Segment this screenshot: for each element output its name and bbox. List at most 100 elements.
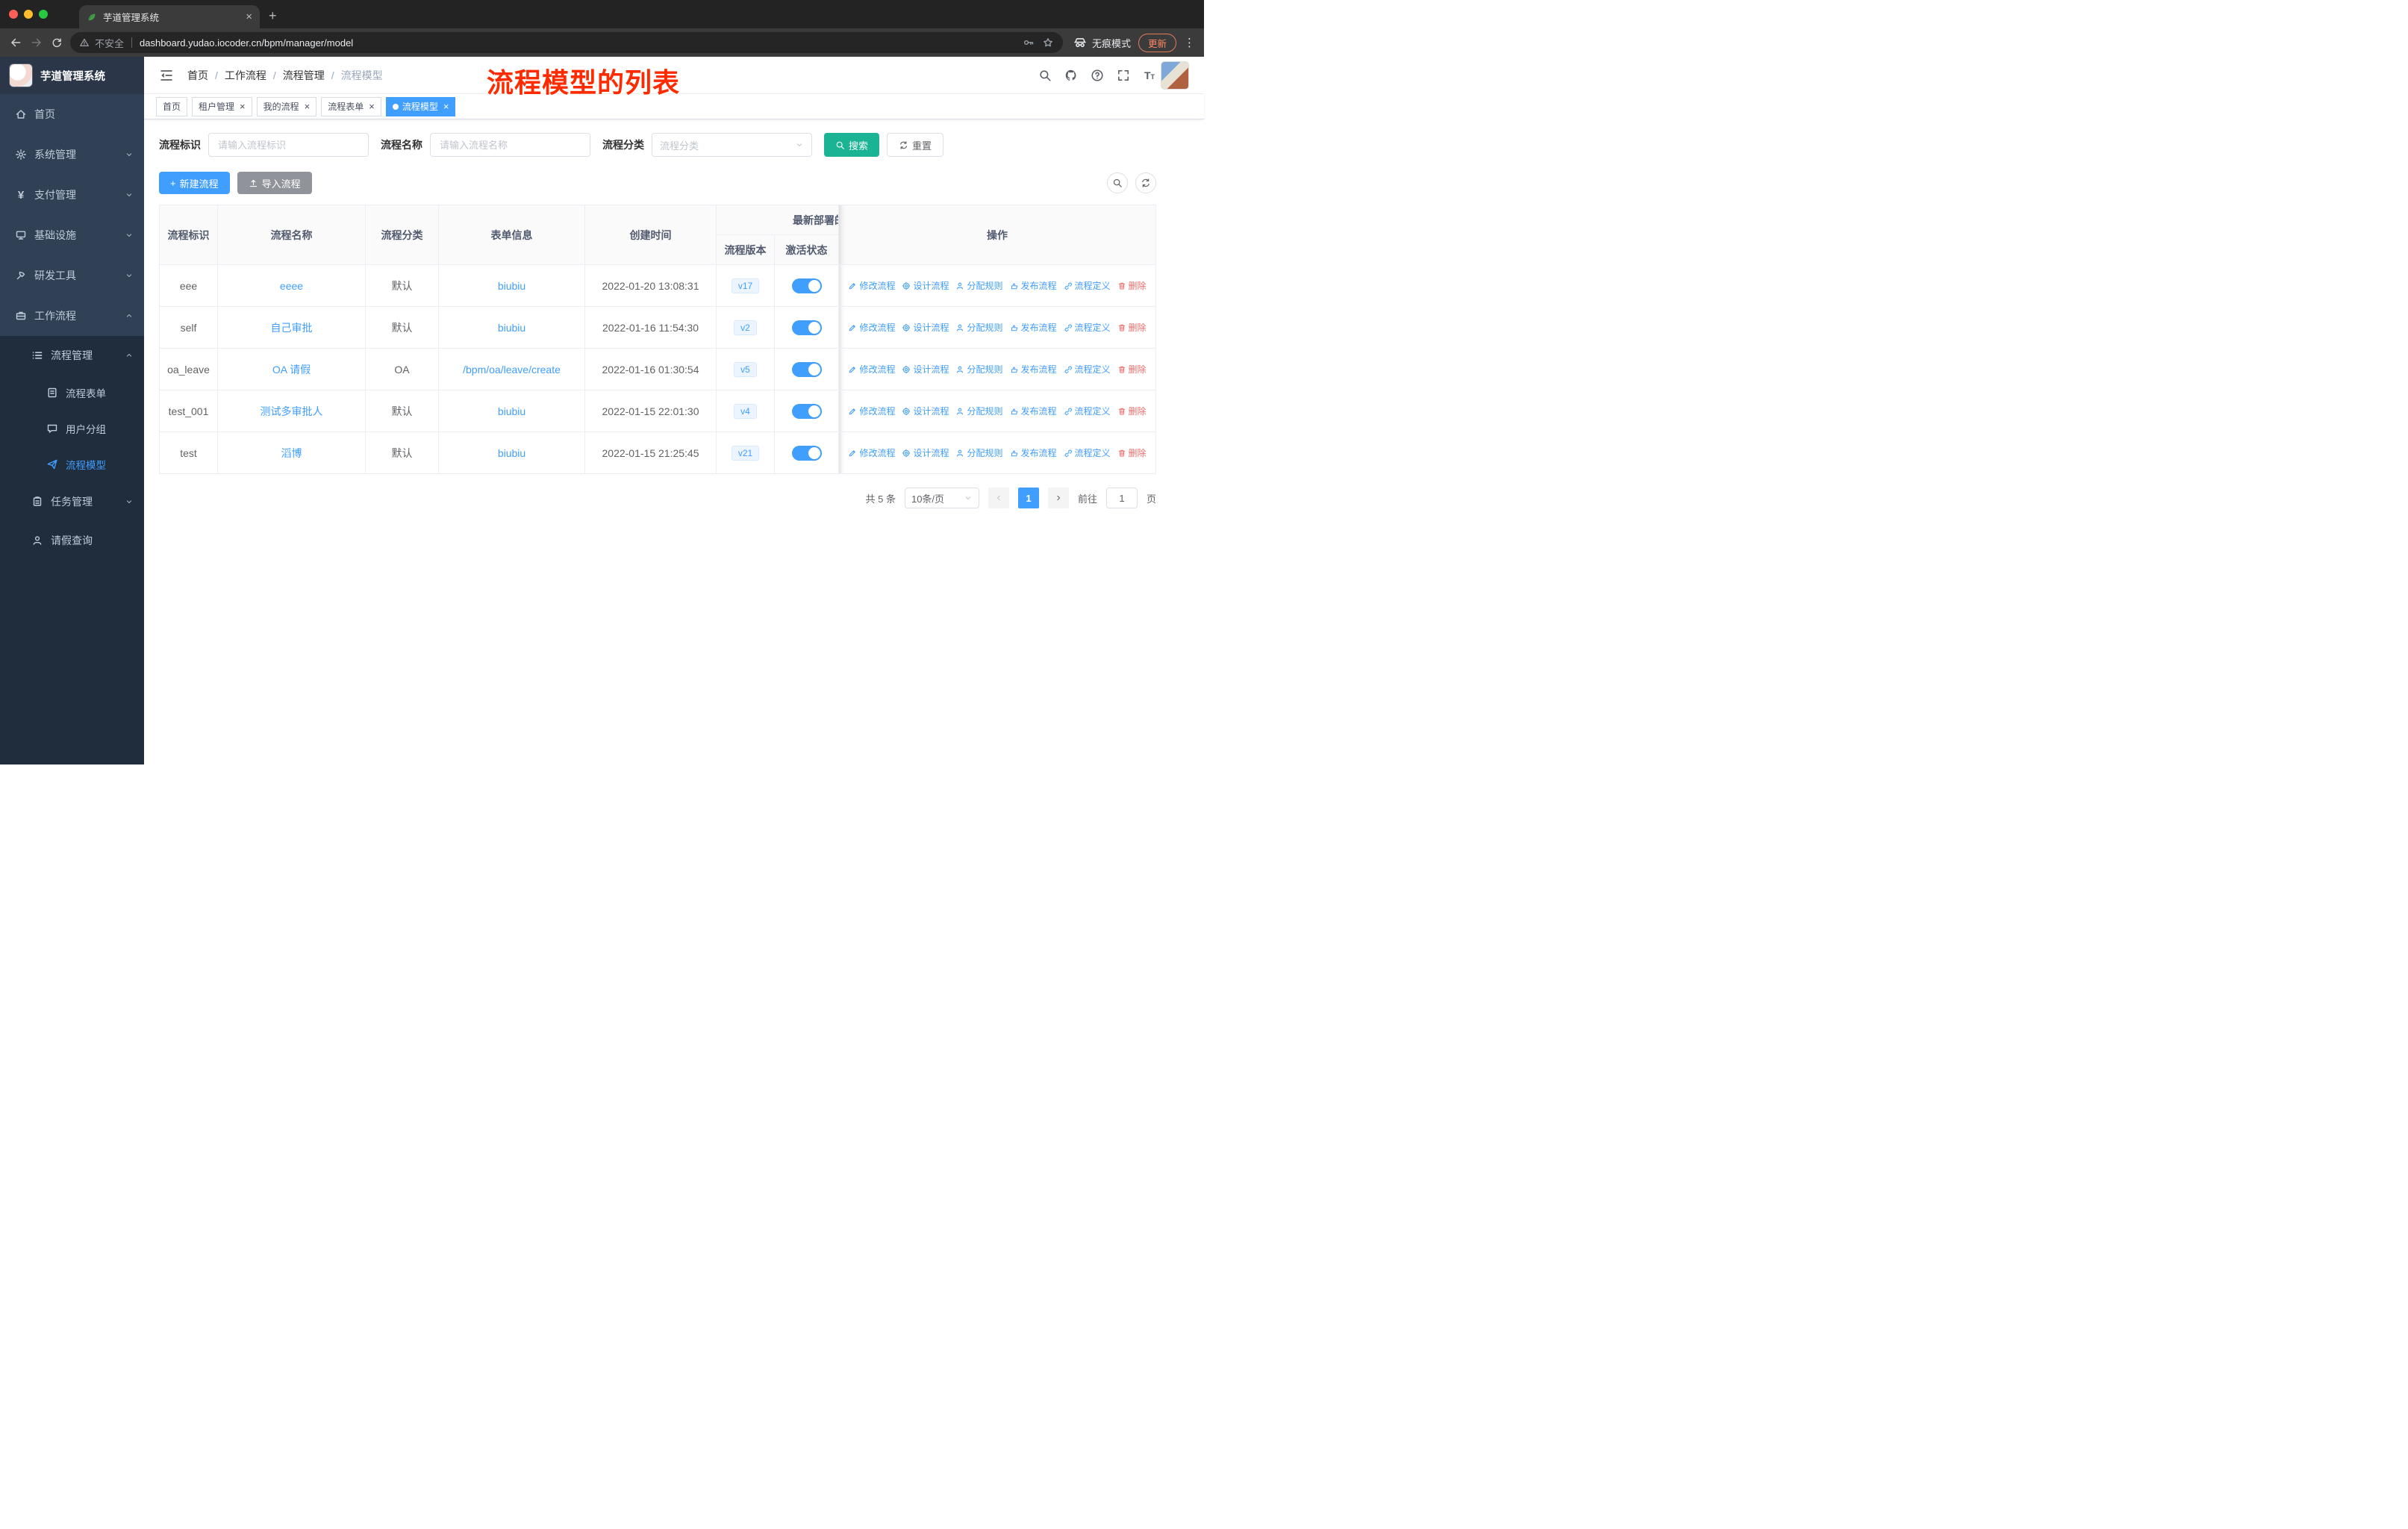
action-delete[interactable]: 删除 [1117,363,1147,376]
close-window-button[interactable] [9,10,18,19]
sidebar-item-7[interactable]: 流程表单 [0,375,144,411]
action-publish[interactable]: 发布流程 [1010,321,1057,334]
import-process-button[interactable]: 导入流程 [237,172,312,194]
close-icon[interactable]: × [369,102,375,111]
form-link[interactable]: biubiu [498,322,525,334]
action-definition[interactable]: 流程定义 [1064,363,1111,376]
fullscreen-icon[interactable] [1117,69,1130,82]
view-tag-1[interactable]: 租户管理 × [192,96,252,116]
reset-button[interactable]: 重置 [887,133,944,157]
sidebar-item-10[interactable]: 任务管理 [0,482,144,521]
action-delete[interactable]: 删除 [1117,279,1147,292]
search-icon[interactable] [1038,69,1052,82]
action-publish[interactable]: 发布流程 [1010,446,1057,459]
password-key-icon[interactable] [1023,37,1035,49]
sidebar-item-8[interactable]: 用户分组 [0,411,144,446]
action-assign[interactable]: 分配规则 [955,405,1003,417]
action-modify[interactable]: 修改流程 [848,446,895,459]
action-modify[interactable]: 修改流程 [848,279,895,292]
action-delete[interactable]: 删除 [1117,405,1147,417]
help-icon[interactable] [1091,69,1104,82]
action-design[interactable]: 设计流程 [902,363,949,376]
action-modify[interactable]: 修改流程 [848,405,895,417]
maximize-window-button[interactable] [39,10,48,19]
breadcrumb-item-2[interactable]: 流程管理 [283,68,325,83]
sidebar-item-5[interactable]: 工作流程 [0,296,144,336]
action-modify[interactable]: 修改流程 [848,363,895,376]
action-definition[interactable]: 流程定义 [1064,405,1111,417]
breadcrumb-item-1[interactable]: 工作流程 [225,68,266,83]
view-tag-4[interactable]: 流程模型 × [385,96,456,116]
action-definition[interactable]: 流程定义 [1064,446,1111,459]
search-button[interactable]: 搜索 [824,133,880,157]
process-name-input[interactable] [430,133,590,157]
sidebar-item-4[interactable]: 研发工具 [0,255,144,296]
form-link[interactable]: biubiu [498,405,525,417]
page-number-1[interactable]: 1 [1017,488,1039,508]
close-icon[interactable]: × [443,102,449,111]
prev-page-button[interactable] [988,488,1009,508]
sidebar-item-11[interactable]: 请假查询 [0,521,144,560]
browser-tab[interactable]: 芋道管理系统 × [79,5,260,28]
create-process-button[interactable]: + 新建流程 [159,172,230,194]
form-link[interactable]: biubiu [498,447,525,459]
forward-icon[interactable] [30,36,43,49]
action-modify[interactable]: 修改流程 [848,321,895,334]
action-definition[interactable]: 流程定义 [1064,279,1111,292]
tab-close-icon[interactable]: × [246,10,252,23]
close-icon[interactable]: × [305,102,311,111]
sidebar-item-0[interactable]: 首页 [0,94,144,134]
back-icon[interactable] [9,36,22,49]
breadcrumb-item-0[interactable]: 首页 [187,68,208,83]
user-avatar[interactable] [1161,60,1189,90]
action-assign[interactable]: 分配规则 [955,446,1003,459]
address-bar[interactable]: 不安全 dashboard.yudao.iocoder.cn/bpm/manag… [70,32,1063,53]
browser-menu-icon[interactable]: ⋮ [1184,36,1195,49]
process-key-input[interactable] [208,133,369,157]
update-button[interactable]: 更新 [1138,33,1176,52]
reload-icon[interactable] [51,37,63,49]
action-delete[interactable]: 删除 [1117,321,1147,334]
new-tab-button[interactable]: + [269,8,277,24]
view-tag-2[interactable]: 我的流程 × [256,96,317,116]
sidebar-item-6[interactable]: 流程管理 [0,336,144,375]
toggle-search-button[interactable] [1107,172,1128,193]
action-definition[interactable]: 流程定义 [1064,321,1111,334]
sidebar-collapse-icon[interactable] [159,68,174,83]
action-assign[interactable]: 分配规则 [955,363,1003,376]
action-design[interactable]: 设计流程 [902,279,949,292]
view-tag-3[interactable]: 流程表单 × [321,96,381,116]
activation-toggle[interactable] [791,361,822,377]
activation-toggle[interactable] [791,445,822,461]
page-size-select[interactable]: 10条/页 [904,488,979,508]
github-icon[interactable] [1064,69,1078,82]
form-link[interactable]: /bpm/oa/leave/create [463,364,561,376]
process-name-link[interactable]: 测试多审批人 [261,405,323,417]
activation-toggle[interactable] [791,403,822,419]
sidebar-item-1[interactable]: 系统管理 [0,134,144,175]
form-link[interactable]: biubiu [498,280,525,292]
goto-page-input[interactable] [1105,488,1138,508]
process-name-link[interactable]: OA 请假 [272,364,311,376]
process-name-link[interactable]: eeee [280,280,303,292]
process-name-link[interactable]: 自己审批 [271,322,313,334]
close-icon[interactable]: × [240,102,246,111]
bookmark-star-icon[interactable] [1042,37,1054,49]
refresh-table-button[interactable] [1135,172,1156,193]
activation-toggle[interactable] [791,320,822,335]
next-page-button[interactable] [1047,488,1069,508]
font-size-icon[interactable]: TT [1143,69,1156,82]
sidebar-item-2[interactable]: ¥ 支付管理 [0,175,144,215]
action-design[interactable]: 设计流程 [902,405,949,417]
action-design[interactable]: 设计流程 [902,446,949,459]
sidebar-item-9[interactable]: 流程模型 [0,446,144,482]
action-publish[interactable]: 发布流程 [1010,279,1057,292]
action-delete[interactable]: 删除 [1117,446,1147,459]
action-assign[interactable]: 分配规则 [955,279,1003,292]
action-assign[interactable]: 分配规则 [955,321,1003,334]
process-name-link[interactable]: 滔博 [281,447,302,459]
action-publish[interactable]: 发布流程 [1010,405,1057,417]
view-tag-0[interactable]: 首页 [156,96,188,116]
minimize-window-button[interactable] [24,10,33,19]
sidebar-item-3[interactable]: 基础设施 [0,215,144,255]
